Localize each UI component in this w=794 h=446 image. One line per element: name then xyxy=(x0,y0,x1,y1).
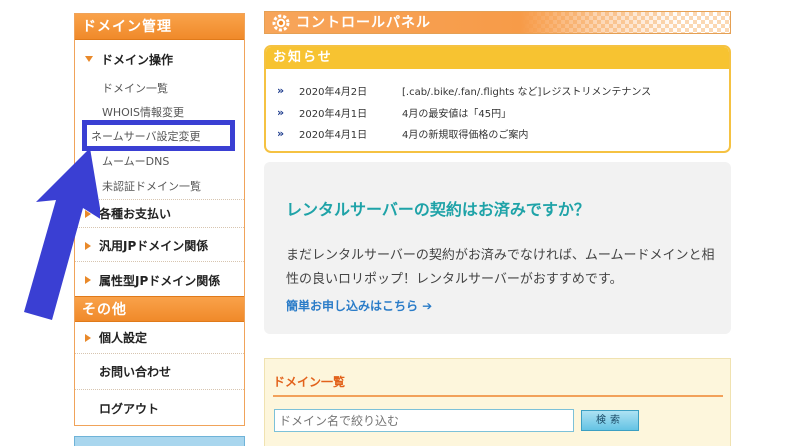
double-chevron-icon: » xyxy=(277,84,285,97)
news-text[interactable]: 4月の最安値は「45円」 xyxy=(402,105,511,120)
sidebar-item-label: 個人設定 xyxy=(99,331,148,345)
annotation-arrow-icon xyxy=(24,148,100,320)
sidebar-item-logout[interactable]: ログアウト xyxy=(75,390,244,426)
sidebar-sub-unverified[interactable]: 未認証ドメイン一覧 xyxy=(102,178,201,194)
sidebar-item-label: ログアウト xyxy=(99,401,160,416)
domain-list-title: ドメイン一覧 xyxy=(273,375,346,389)
sidebar-item-payments[interactable]: 各種お支払い xyxy=(75,199,244,228)
rental-title: レンタルサーバーの契約はお済みですか？ xyxy=(286,200,590,219)
sidebar-sub-domain-list[interactable]: ドメイン一覧 xyxy=(102,80,168,96)
sidebar-item-domain-ops[interactable]: ドメイン操作 xyxy=(75,41,244,77)
sidebar-item-personal[interactable]: 個人設定 xyxy=(75,322,244,354)
news-text[interactable]: [.cab/.bike/.fan/.flights など]レジストリメンテナンス xyxy=(402,83,651,98)
sidebar-header-other: その他 xyxy=(75,296,244,322)
news-item[interactable]: » 2020年4月2日 [.cab/.bike/.fan/.flights など… xyxy=(277,83,651,98)
news-text[interactable]: 4月の新規取得価格のご案内 xyxy=(402,126,528,141)
rental-body: まだレンタルサーバーの契約がお済みでなければ、ムームードメインと相性の良いロリポ… xyxy=(286,248,715,287)
double-chevron-icon: » xyxy=(277,127,285,140)
sidebar-item-label: 属性型JPドメイン関係 xyxy=(99,273,221,288)
triangle-down-icon xyxy=(85,56,93,62)
sidebar-sub-nameserver[interactable]: ネームサーバ設定変更 xyxy=(91,128,201,144)
sidebar-next-panel xyxy=(74,436,245,446)
news-panel: お知らせ » 2020年4月2日 [.cab/.bike/.fan/.fligh… xyxy=(264,45,731,153)
sidebar-sub-muumuu-dns[interactable]: ムームーDNS xyxy=(102,153,169,169)
news-title: お知らせ xyxy=(266,47,729,69)
sidebar-item-jp-attr[interactable]: 属性型JPドメイン関係 xyxy=(75,264,244,296)
control-panel-header: コントロールパネル xyxy=(264,11,731,34)
sidebar-header-domain: ドメイン管理 xyxy=(75,14,244,40)
gear-icon xyxy=(272,14,290,32)
news-date: 2020年4月1日 xyxy=(299,130,368,141)
sidebar-item-label: ドメイン操作 xyxy=(101,52,174,67)
sidebar-sub-whois[interactable]: WHOIS情報変更 xyxy=(102,104,184,120)
news-date: 2020年4月1日 xyxy=(299,109,368,120)
page-title: コントロールパネル xyxy=(296,15,431,31)
news-item[interactable]: » 2020年4月1日 4月の新規取得価格のご案内 xyxy=(277,126,528,141)
sidebar-item-label: お問い合わせ xyxy=(99,365,172,379)
news-item[interactable]: » 2020年4月1日 4月の最安値は「45円」 xyxy=(277,105,511,120)
search-button[interactable]: 検索 xyxy=(581,410,639,431)
rental-server-panel: レンタルサーバーの契約はお済みですか？ まだレンタルサーバーの契約がお済みでなけ… xyxy=(264,162,731,334)
divider xyxy=(273,395,723,397)
sidebar-item-contact[interactable]: お問い合わせ xyxy=(75,354,244,390)
news-date: 2020年4月2日 xyxy=(299,87,368,98)
triangle-right-icon xyxy=(85,333,91,342)
sidebar-item-jp-generic[interactable]: 汎用JPドメイン関係 xyxy=(75,230,244,262)
domain-search-input[interactable] xyxy=(274,409,574,432)
sidebar-item-label: 汎用JPドメイン関係 xyxy=(99,239,209,253)
sidebar-item-label: 各種お支払い xyxy=(99,207,172,221)
domain-list-panel: ドメイン一覧 検索 xyxy=(264,358,731,446)
double-chevron-icon: » xyxy=(277,106,285,119)
rental-apply-link[interactable]: 簡単お申し込みはこちら ➔ xyxy=(286,297,432,314)
